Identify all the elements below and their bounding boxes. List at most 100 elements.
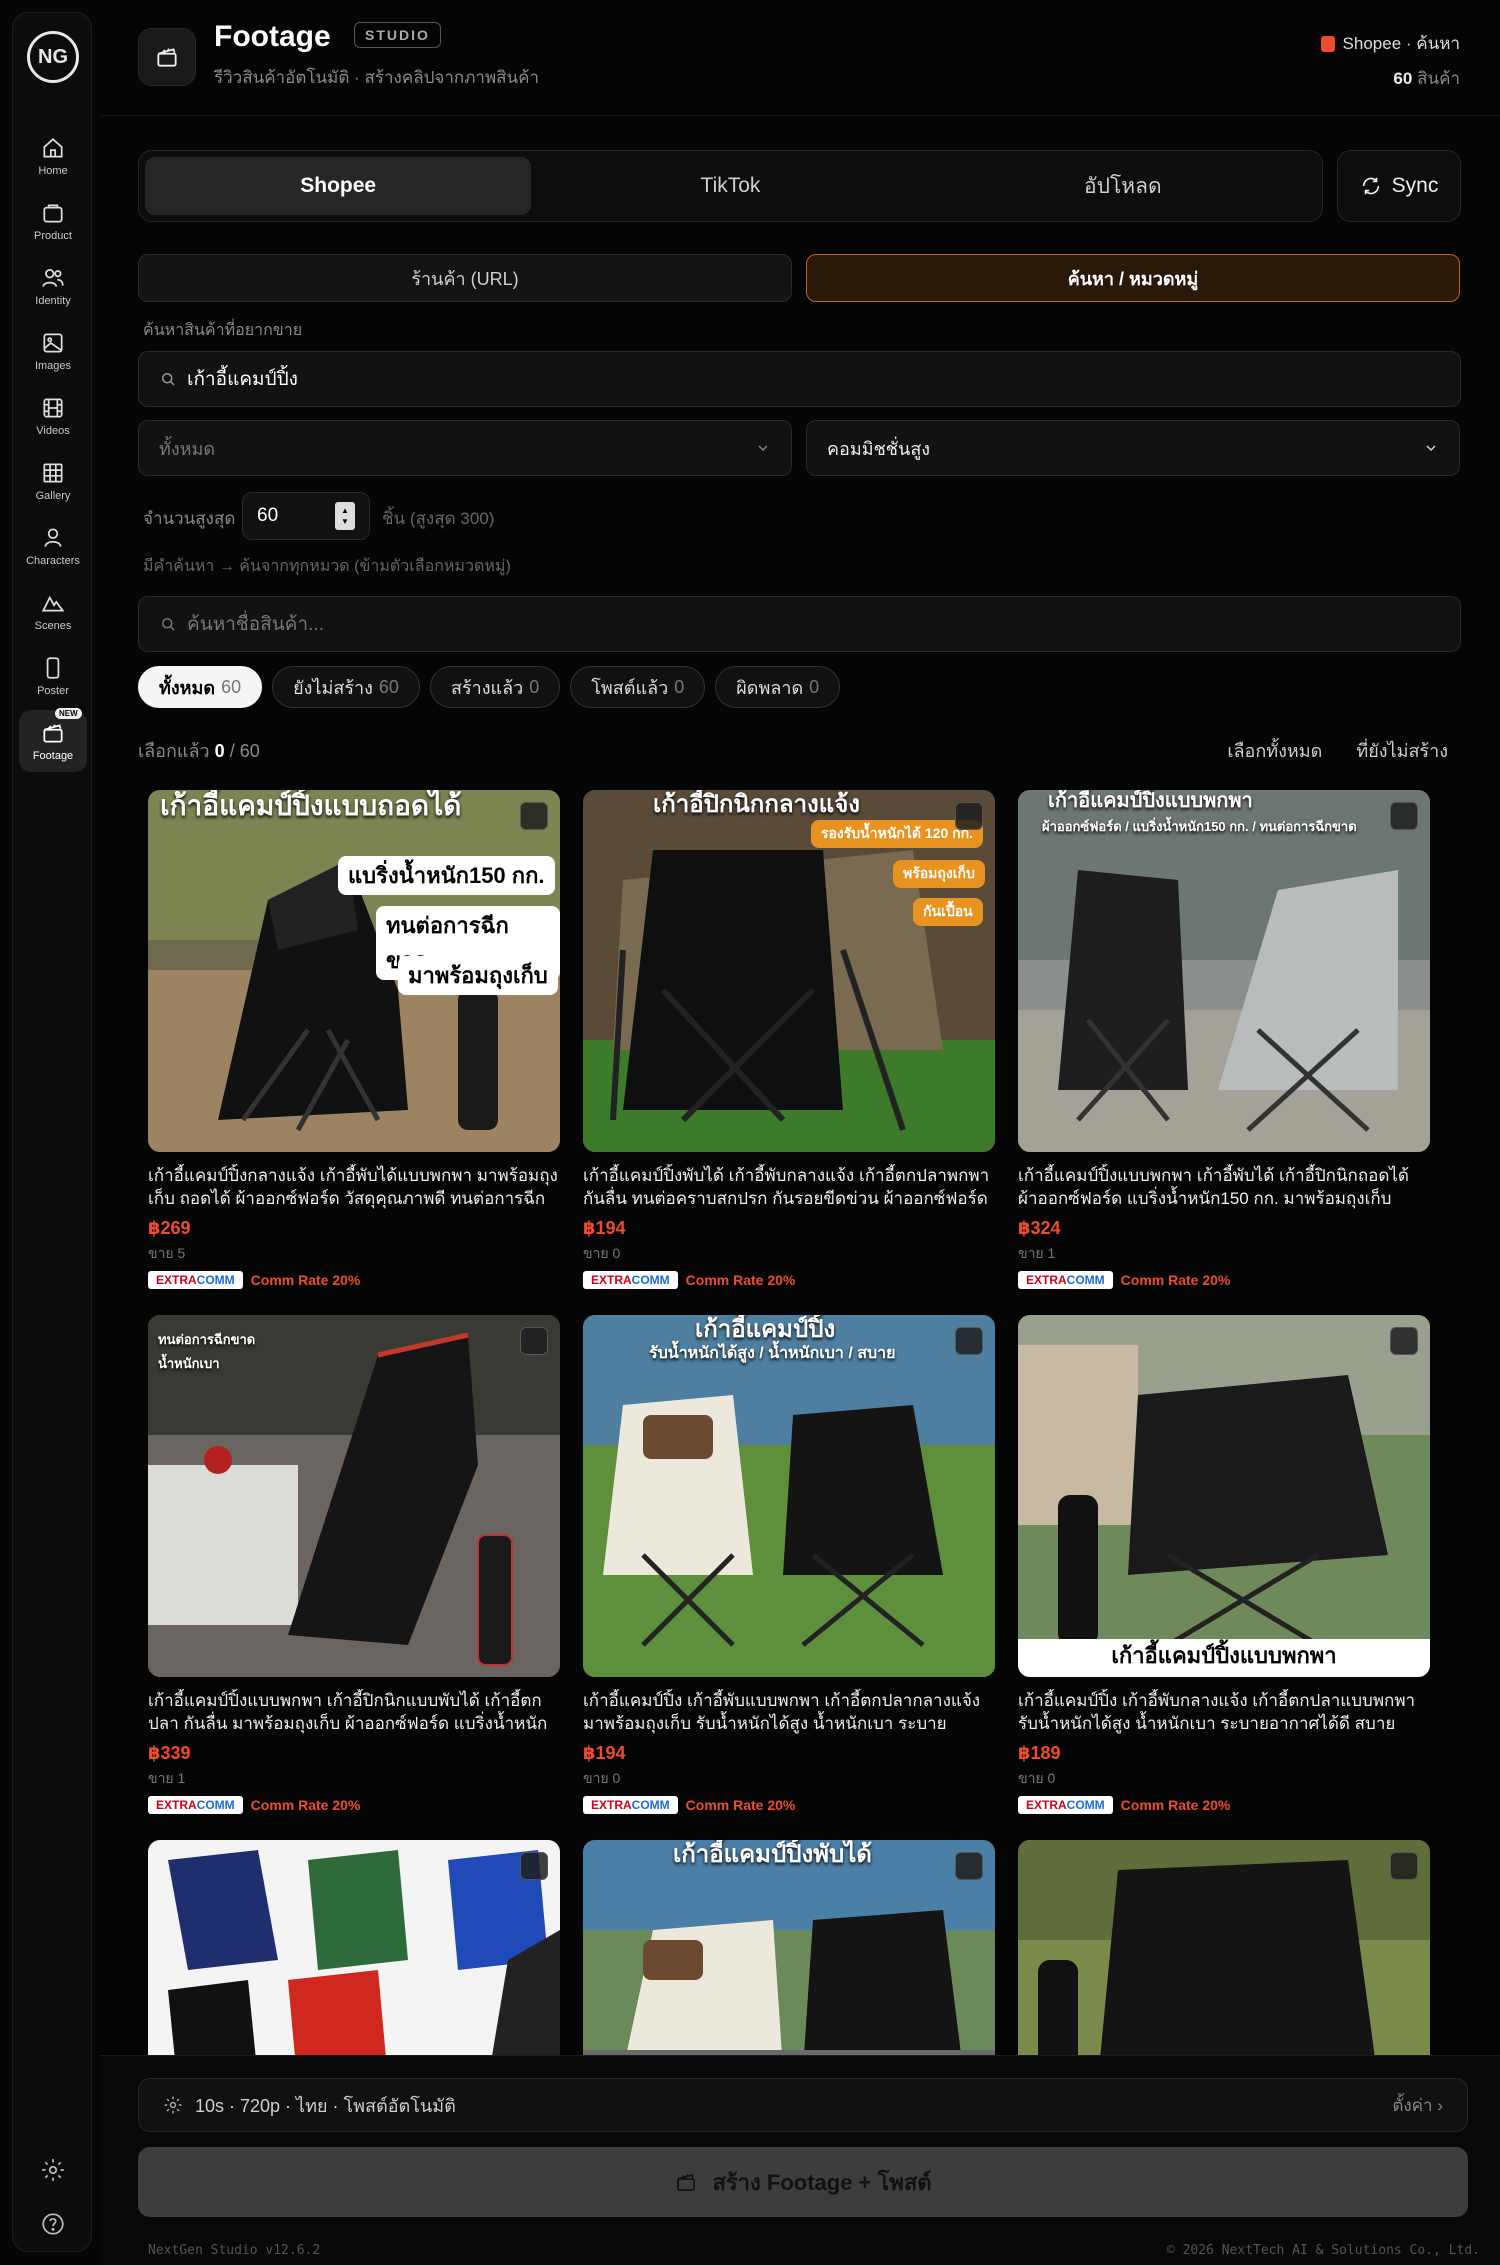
select-checkbox[interactable]: [520, 802, 548, 830]
product-card[interactable]: [148, 1840, 560, 2055]
footage-app-icon: [138, 28, 196, 86]
sidebar: NG Home Product Identity Images Videos G…: [12, 12, 92, 2252]
product-image: เก้าอี้ปิกนิกกลางแจ้ง รองรับน้ำหนักได้ 1…: [583, 790, 995, 1152]
select-checkbox[interactable]: [955, 1852, 983, 1880]
chip-created[interactable]: สร้างแล้ว 0: [429, 666, 561, 708]
keyword-search-input[interactable]: เก้าอี้แคมป์ปิ้ง: [138, 351, 1461, 407]
chip-error[interactable]: ผิดพลาด 0: [715, 666, 841, 708]
help-button[interactable]: [38, 2209, 68, 2239]
sort-select[interactable]: คอมมิชชั่นสูง: [806, 420, 1460, 476]
product-title: เก้าอี้แคมป์ปิ้งกลางแจ้ง เก้าอี้พับได้แบ…: [148, 1166, 558, 1208]
product-card[interactable]: เก้าอี้แคมป์ปิ้งแบบพกพา เก้าอี้แคมป์ปิ้ง…: [1018, 1315, 1430, 1814]
sidebar-item-identity[interactable]: Identity: [19, 255, 87, 317]
studio-badge: STUDIO: [354, 22, 441, 48]
select-checkbox[interactable]: [1390, 1852, 1418, 1880]
comm-rate: Comm Rate 20%: [250, 1272, 361, 1288]
product-count: 60: [1393, 69, 1413, 88]
product-title: เก้าอี้แคมป์ปิ้ง เก้าอี้พับกลางแจ้ง เก้า…: [1018, 1691, 1416, 1733]
tab-tiktok[interactable]: TikTok: [537, 157, 923, 215]
chip-posted[interactable]: โพสต์แล้ว 0: [570, 666, 706, 708]
sidebar-item-label: Poster: [37, 685, 69, 697]
select-checkbox[interactable]: [1390, 802, 1418, 830]
product-card[interactable]: เก้าอี้ปิกนิกกลางแจ้ง รองรับน้ำหนักได้ 1…: [583, 790, 995, 1289]
selection-total: / 60: [229, 741, 260, 761]
sidebar-item-label: Identity: [35, 295, 71, 307]
sidebar-item-label: Gallery: [35, 490, 71, 502]
quantity-stepper[interactable]: 60 ▲ ▼: [242, 492, 370, 540]
select-all-button[interactable]: เลือกทั้งหมด: [1227, 736, 1322, 765]
stepper-arrows[interactable]: ▲ ▼: [335, 502, 355, 530]
product-card[interactable]: เก้าอี้แคมป์ปิ้งพับได้: [583, 1840, 995, 2055]
product-image: เก้าอี้แคมป์ปิ้งแบบถอดได้ แบริ่งน้ำหนัก1…: [148, 790, 560, 1152]
product-card[interactable]: เก้าอี้แคมป์ปิ้ง รับน้ำหนักได้สูง / น้ำห…: [583, 1315, 995, 1814]
render-settings-bar[interactable]: 10s · 720p · ไทย · โพสต์อัตโนมัติ ตั้งค่…: [138, 2078, 1468, 2132]
category-select[interactable]: ทั้งหมด: [138, 420, 792, 476]
comm-rate: Comm Rate 20%: [685, 1797, 796, 1813]
chip-all[interactable]: ทั้งหมด 60: [138, 666, 263, 708]
chip-count: 0: [674, 676, 685, 697]
sidebar-item-product[interactable]: Product: [19, 190, 87, 252]
product-card[interactable]: เก้าอี้แคมป์ปิ้งแบบพกพา ผ้าออกซ์ฟอร์ด / …: [1018, 790, 1430, 1289]
create-button-label: สร้าง Footage + โพสต์: [712, 2169, 932, 2195]
sidebar-item-characters[interactable]: Characters: [19, 515, 87, 577]
product-card[interactable]: [1018, 1840, 1430, 2055]
settings-button[interactable]: [38, 2155, 68, 2185]
search-icon: [162, 618, 175, 631]
select-checkbox[interactable]: [955, 1327, 983, 1355]
overlay-text: กันเปื้อน: [913, 898, 983, 926]
select-checkbox[interactable]: [520, 1327, 548, 1355]
sidebar-item-poster[interactable]: Poster: [19, 645, 87, 707]
product-price: ฿189: [1018, 1743, 1061, 1763]
sidebar-item-videos[interactable]: Videos: [19, 385, 87, 447]
extracomm-badge: EXTRACOMM: [148, 1796, 243, 1814]
chip-label: โพสต์แล้ว: [591, 677, 669, 698]
overlay-text: ผ้าออกซ์ฟอร์ด / แบริ่งน้ำหนัก150 กก. / ท…: [1042, 819, 1357, 834]
version-label: NextGen Studio v12.6.2: [148, 2243, 321, 2258]
quantity-hint: ชิ้น (สูงสุด 300): [382, 509, 495, 528]
phone-icon: [46, 657, 60, 679]
product-sold: ขาย 5: [148, 1245, 186, 1261]
comm-rate: Comm Rate 20%: [685, 1272, 796, 1288]
product-card[interactable]: ทนต่อการฉีกขาด น้ำหนักเบา เก้าอี้แคมป์ปิ…: [148, 1315, 560, 1814]
sidebar-item-home[interactable]: Home: [19, 125, 87, 187]
select-checkbox[interactable]: [520, 1852, 548, 1880]
chair-photo: [1018, 1840, 1430, 2055]
comm-rate: Comm Rate 20%: [250, 1797, 361, 1813]
chevron-down-icon: [1426, 445, 1436, 451]
tab-upload[interactable]: อัปโหลด: [930, 157, 1316, 215]
product-sold: ขาย 1: [1018, 1245, 1056, 1261]
chip-count: 60: [378, 676, 399, 697]
selection-label: เลือกแล้ว: [138, 741, 210, 761]
sidebar-item-gallery[interactable]: Gallery: [19, 450, 87, 512]
product-sold: ขาย 0: [583, 1770, 621, 1786]
tab-shopee[interactable]: Shopee: [145, 157, 532, 215]
logo[interactable]: NG: [27, 31, 79, 83]
mode-search-category[interactable]: ค้นหา / หมวดหมู่: [806, 254, 1460, 302]
sidebar-item-footage[interactable]: NEW Footage: [19, 708, 87, 772]
new-badge: NEW: [55, 708, 82, 719]
mode-store-url[interactable]: ร้านค้า (URL): [138, 254, 792, 302]
product-image: เก้าอี้แคมป์ปิ้ง รับน้ำหนักได้สูง / น้ำห…: [583, 1315, 995, 1677]
extracomm-badge: EXTRACOMM: [1018, 1271, 1113, 1289]
sort-value: คอมมิชชั่นสูง: [827, 438, 931, 459]
select-not-created-button[interactable]: ที่ยังไม่สร้าง: [1356, 736, 1448, 765]
sidebar-item-label: Home: [38, 165, 68, 177]
select-checkbox[interactable]: [955, 802, 983, 830]
extracomm-badge: EXTRACOMM: [148, 1271, 243, 1289]
chip-label: ทั้งหมด: [159, 677, 216, 698]
overlay-title: เก้าอี้แคมป์ปิ้งแบบถอดได้: [160, 790, 462, 821]
product-card[interactable]: เก้าอี้แคมป์ปิ้งแบบถอดได้ แบริ่งน้ำหนัก1…: [148, 790, 560, 1289]
select-checkbox[interactable]: [1390, 1327, 1418, 1355]
sync-button[interactable]: Sync: [1337, 150, 1461, 222]
settings-link[interactable]: ตั้งค่า ›: [1392, 2092, 1443, 2119]
sidebar-item-scenes[interactable]: Scenes: [19, 580, 87, 642]
chip-not-created[interactable]: ยังไม่สร้าง 60: [272, 666, 420, 708]
grid-icon: [43, 463, 63, 483]
product-filter-input[interactable]: ค้นหาชื่อสินค้า...: [138, 596, 1461, 652]
product-title: เก้าอี้แคมป์ปิ้งแบบพกพา เก้าอี้พับได้ เก…: [1018, 1166, 1409, 1208]
create-footage-button[interactable]: สร้าง Footage + โพสต์: [138, 2147, 1468, 2217]
page-subtitle: รีวิวสินค้าอัตโนมัติ · สร้างคลิปจากภาพสิ…: [214, 68, 540, 87]
help-icon: [42, 2213, 64, 2235]
chip-count: 60: [221, 676, 242, 697]
sidebar-item-images[interactable]: Images: [19, 320, 87, 382]
